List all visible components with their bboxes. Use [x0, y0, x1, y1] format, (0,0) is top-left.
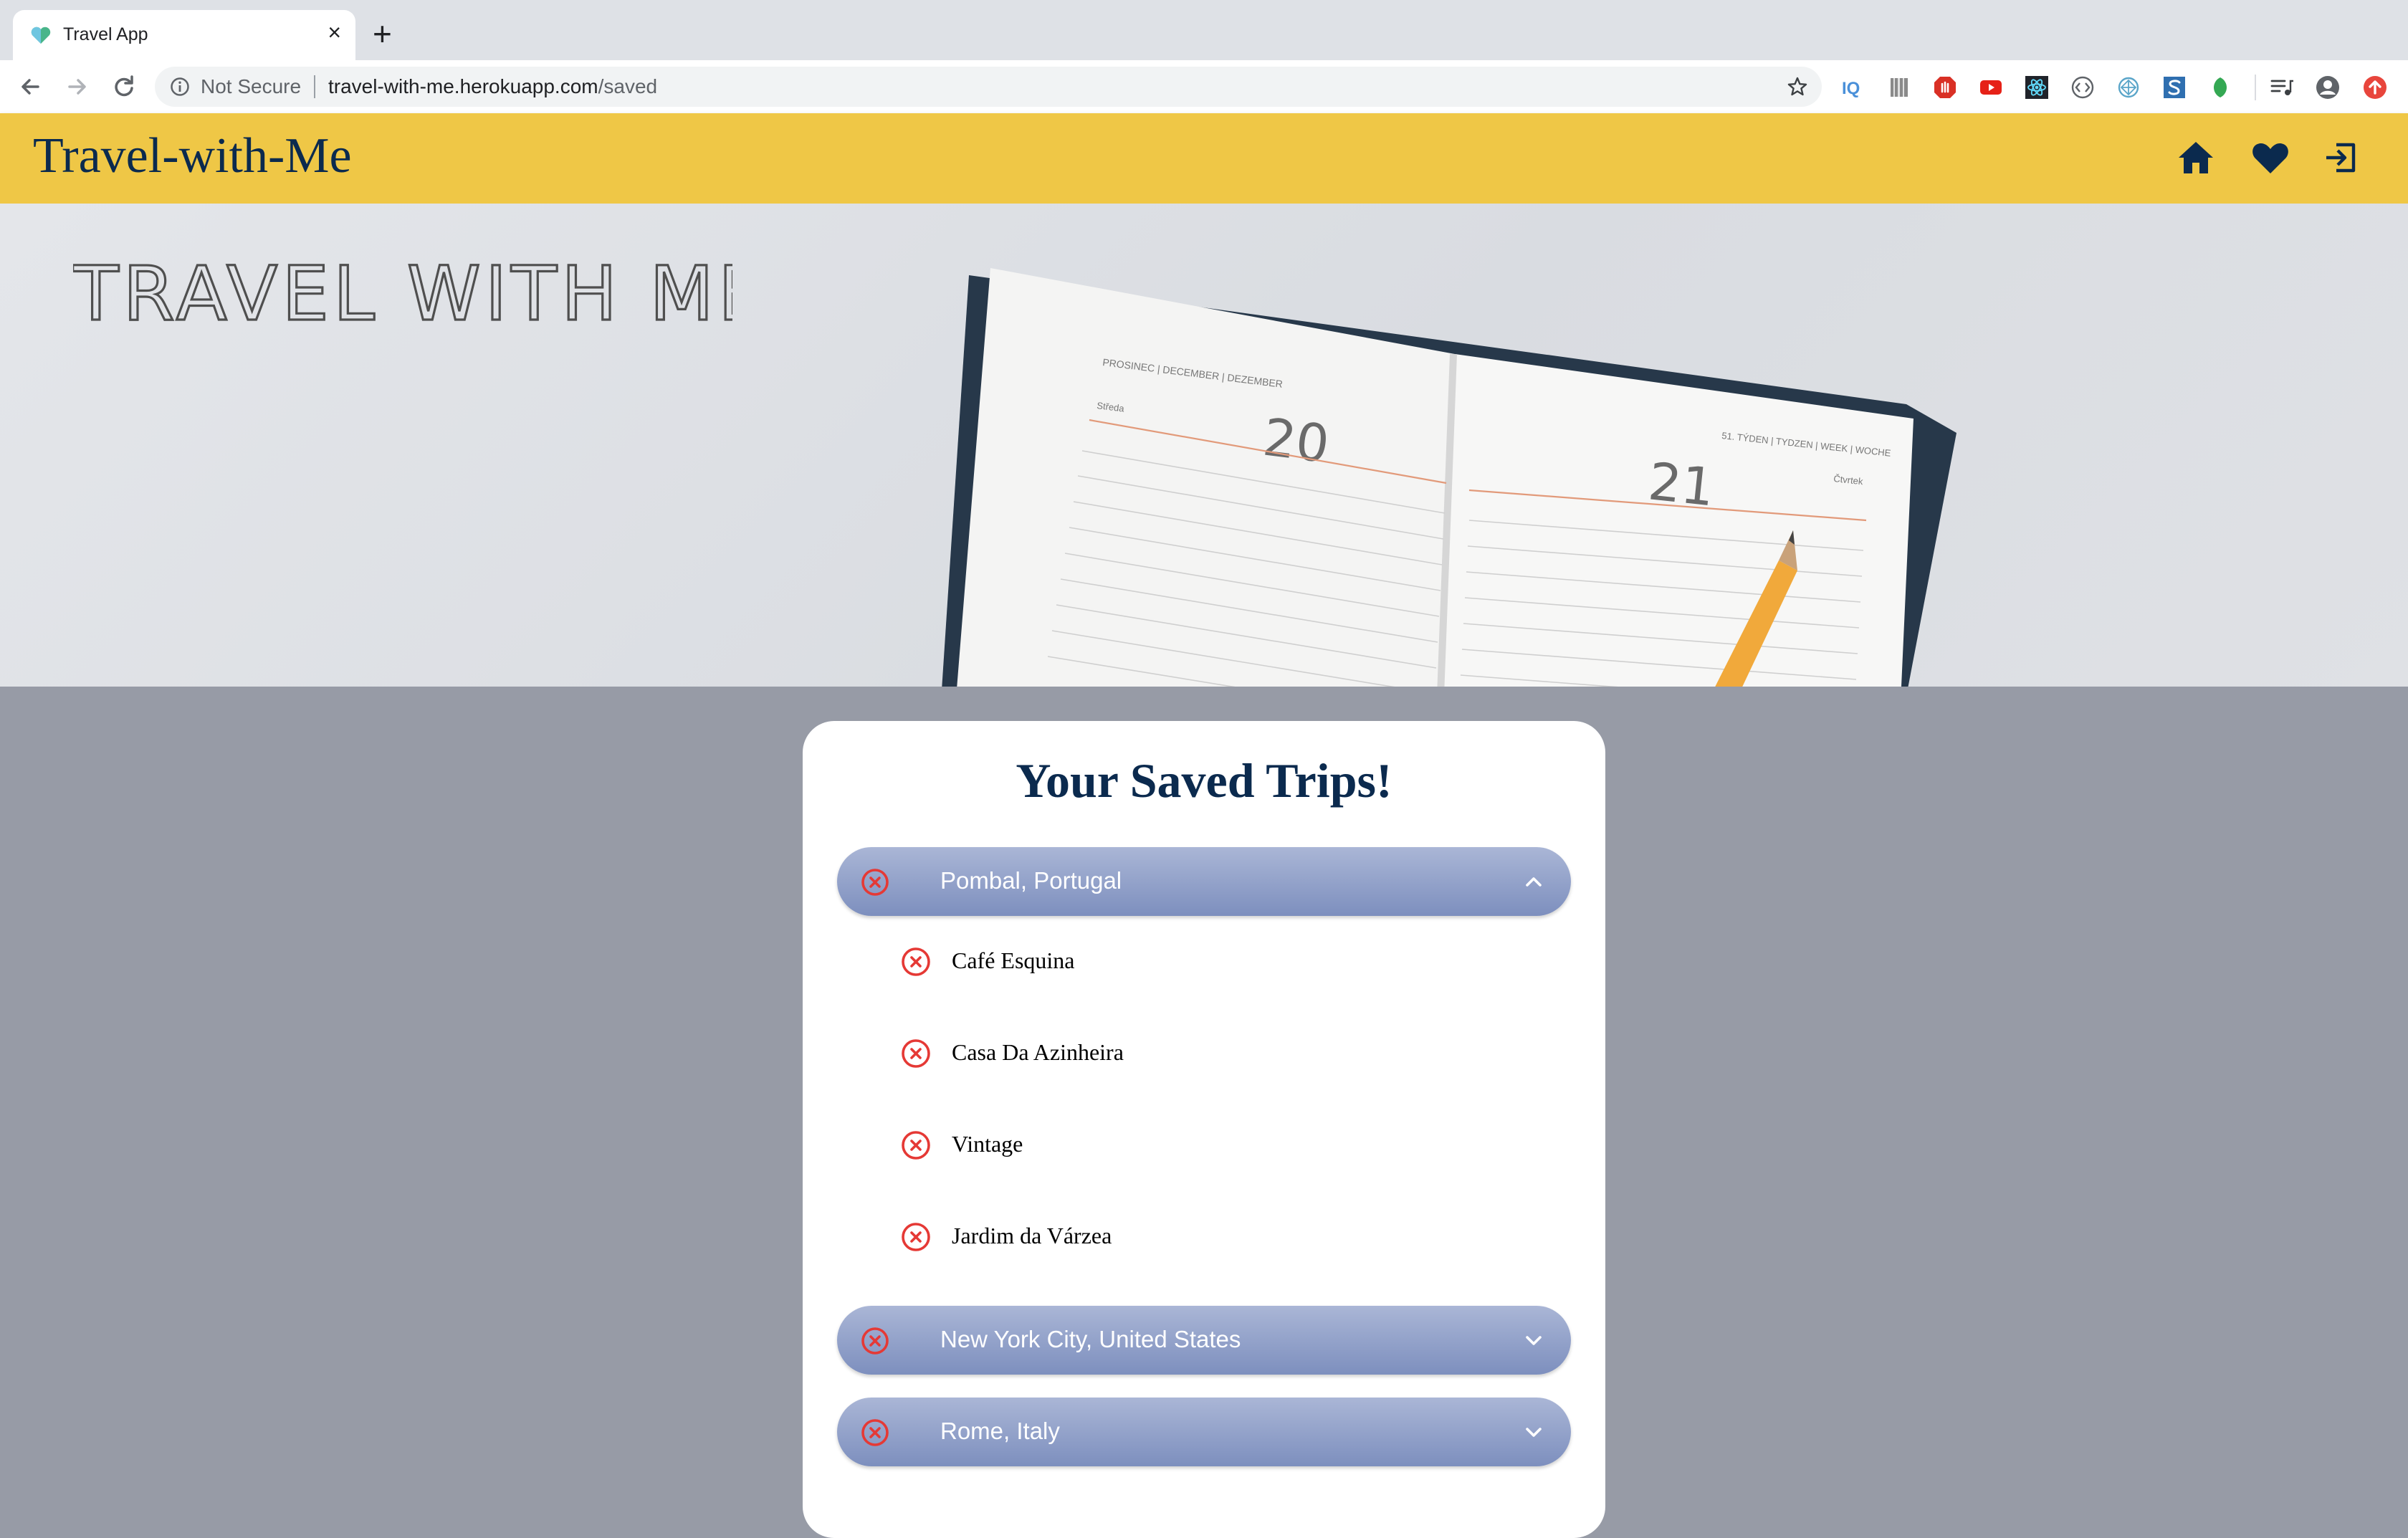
trip-accordion-new-york[interactable]: New York City, United States: [837, 1306, 1571, 1375]
remove-trip-icon[interactable]: [860, 1326, 890, 1356]
react-devtools-icon[interactable]: [2024, 75, 2050, 100]
saved-trips-heading: Your Saved Trips!: [1016, 753, 1392, 808]
svg-text:IQ: IQ: [1842, 79, 1860, 98]
trip-name: Pombal, Portugal: [940, 867, 1122, 894]
logout-icon[interactable]: [2321, 138, 2361, 178]
new-tab-button[interactable]: +: [373, 17, 392, 50]
chevron-down-icon[interactable]: [1524, 1422, 1544, 1442]
url-path: /saved: [598, 75, 658, 97]
svg-text:TRAVEL WITH ME: TRAVEL WITH ME: [73, 250, 732, 334]
browser-tabstrip: Travel App × +: [0, 0, 2408, 60]
url-host: travel-with-me.herokuapp.com: [328, 75, 598, 97]
browser-tab[interactable]: Travel App ×: [13, 10, 355, 60]
youtube-extension-icon[interactable]: [1978, 75, 2004, 100]
hero-title: TRAVEL WITH ME: [73, 249, 732, 334]
brand-logo[interactable]: Travel-with-Me: [33, 128, 352, 185]
remove-trip-icon[interactable]: [860, 1418, 890, 1448]
remove-place-icon[interactable]: [900, 1129, 932, 1161]
adblock-extension-icon[interactable]: [1932, 75, 1958, 100]
place-name[interactable]: Jardim da Várzea: [952, 1223, 1112, 1249]
tab-close-icon[interactable]: ×: [328, 21, 341, 44]
app-header: Travel-with-Me: [0, 113, 2408, 204]
barcode-extension-icon[interactable]: [1886, 75, 1912, 100]
green-leaf-extension-icon[interactable]: [2207, 75, 2233, 100]
back-icon[interactable]: [14, 70, 47, 103]
sync-extension-icon[interactable]: [2116, 75, 2141, 100]
update-icon[interactable]: [2362, 75, 2388, 100]
reload-icon[interactable]: [108, 70, 140, 103]
browser-toolbar: Not Secure travel-with-me.herokuapp.com/…: [0, 60, 2408, 114]
toolbar-divider: [2255, 75, 2256, 100]
remove-trip-icon[interactable]: [860, 867, 890, 897]
code-extension-icon[interactable]: [2070, 75, 2096, 100]
heart-favicon-icon: [31, 27, 51, 44]
hero-banner: TRAVEL WITH ME PROSINEC | DECEMBER | DEZ…: [0, 204, 2408, 687]
address-bar[interactable]: Not Secure travel-with-me.herokuapp.com/…: [155, 67, 1822, 107]
remove-place-icon[interactable]: [900, 946, 932, 978]
place-name[interactable]: Casa Da Azinheira: [952, 1039, 1124, 1066]
remove-place-icon[interactable]: [900, 1221, 932, 1253]
security-label: Not Secure: [201, 75, 302, 97]
place-name[interactable]: Café Esquina: [952, 947, 1075, 974]
forward-icon[interactable]: [60, 70, 93, 103]
chevron-up-icon[interactable]: [1524, 871, 1544, 892]
s-extension-icon[interactable]: [2161, 75, 2187, 100]
place-name[interactable]: Vintage: [952, 1131, 1023, 1157]
home-icon[interactable]: [2176, 138, 2216, 178]
trip-accordion-rome[interactable]: Rome, Italy: [837, 1398, 1571, 1466]
info-icon[interactable]: [169, 76, 191, 97]
iq-extension-icon[interactable]: IQ: [1840, 75, 1866, 100]
planner-notebook-image: PROSINEC | DECEMBER | DEZEMBER Středa 51…: [942, 268, 1956, 687]
url-text[interactable]: travel-with-me.herokuapp.com/saved: [328, 75, 657, 98]
remove-place-icon[interactable]: [900, 1038, 932, 1069]
tab-title: Travel App: [63, 24, 148, 44]
bookmark-star-icon[interactable]: [1786, 75, 1809, 98]
heart-icon[interactable]: [2250, 138, 2290, 178]
saved-trips-card: Your Saved Trips! Pombal, Portugal Café …: [803, 721, 1605, 1538]
address-divider: [314, 75, 315, 98]
chevron-down-icon[interactable]: [1524, 1330, 1544, 1350]
trip-name: New York City, United States: [940, 1326, 1241, 1352]
profile-icon[interactable]: [2315, 75, 2341, 100]
reading-list-icon[interactable]: [2269, 75, 2295, 100]
planner-day-left: 20: [1260, 406, 1332, 474]
trip-accordion-pombal[interactable]: Pombal, Portugal: [837, 847, 1571, 916]
trip-name: Rome, Italy: [940, 1418, 1060, 1444]
